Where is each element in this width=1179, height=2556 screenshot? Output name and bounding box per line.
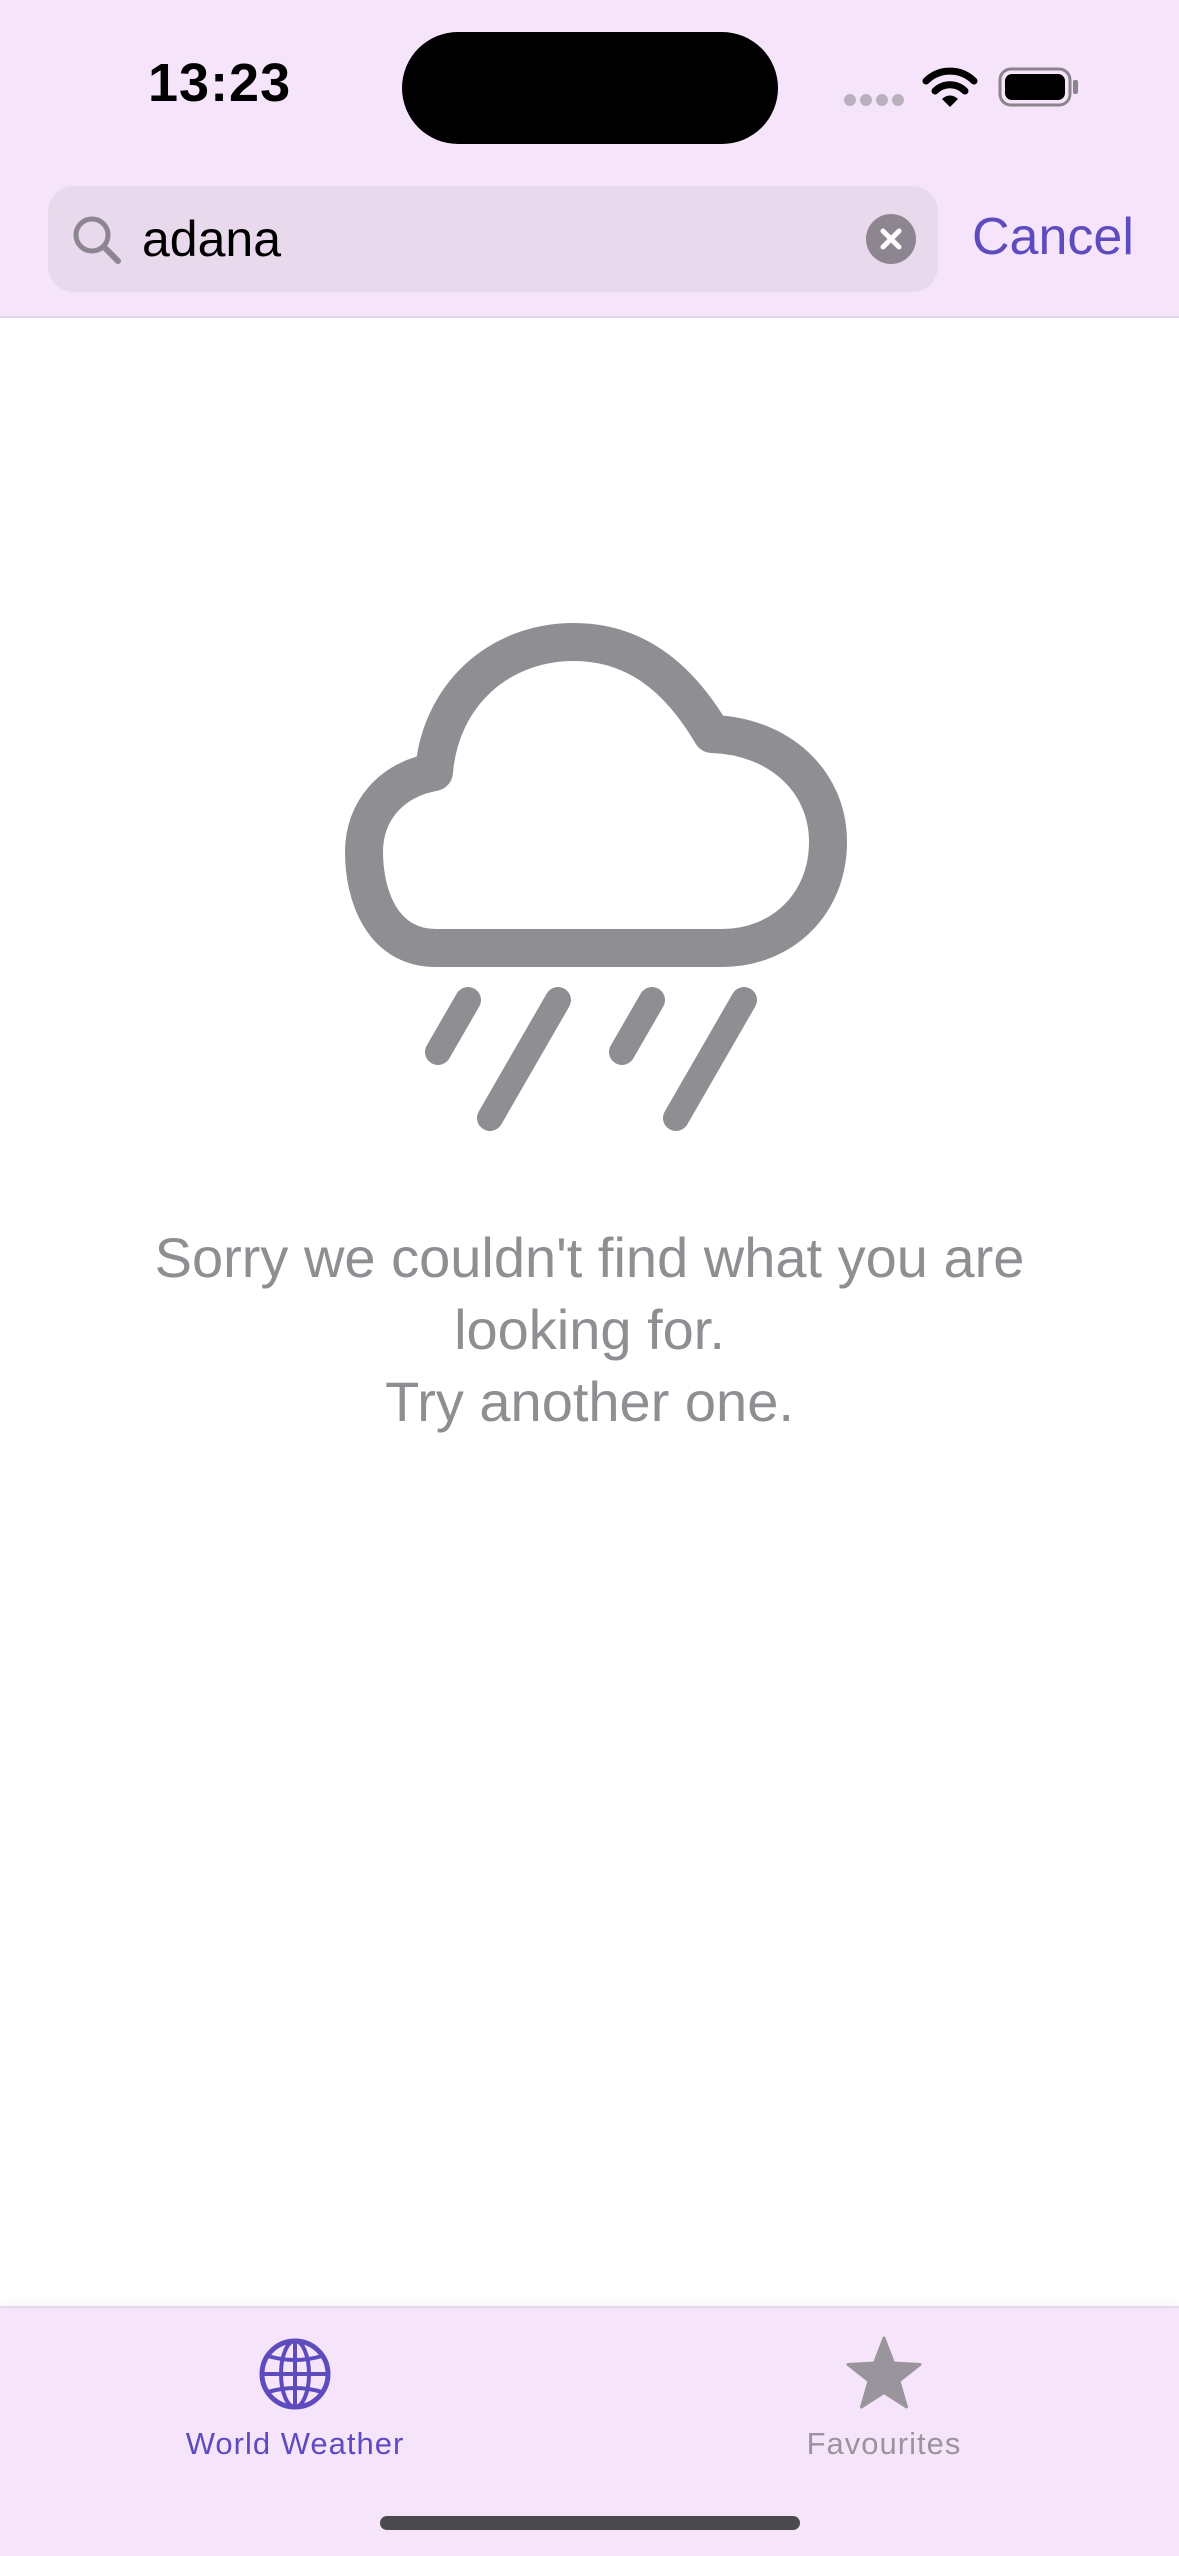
wifi-icon [922,67,978,107]
empty-state-line-1: Sorry we couldn't find what you are [154,1226,1025,1289]
star-icon [846,2336,922,2409]
tab-world-weather[interactable]: World Weather [125,2324,465,2474]
status-time: 13:23 [148,53,292,113]
globe-icon [259,2338,331,2410]
cloud-rain-icon [345,623,847,1131]
tab-favourites-label: Favourites [806,2426,962,2461]
clear-search-icon[interactable] [866,214,916,264]
battery-icon [998,67,1078,107]
search-input[interactable] [142,204,882,274]
empty-state-line-3: Try another one. [385,1370,794,1433]
home-indicator[interactable] [380,2516,800,2530]
tab-world-weather-label: World Weather [185,2426,405,2461]
tab-favourites[interactable]: Favourites [714,2324,1054,2474]
empty-state-line-2: looking for. [454,1298,725,1361]
dynamic-island [402,32,778,144]
top-bar: 13:23 adana Cancel [0,0,1179,318]
empty-state-message: Sorry we couldn't find what you are look… [80,1222,1099,1438]
cellular-signal-icon [844,94,906,106]
search-field[interactable] [48,186,938,292]
cancel-button[interactable]: Cancel [972,202,1134,272]
search-screen: 13:23 adana Cancel Sorry we couldn't fin… [0,0,1179,2556]
search-icon [73,216,121,264]
